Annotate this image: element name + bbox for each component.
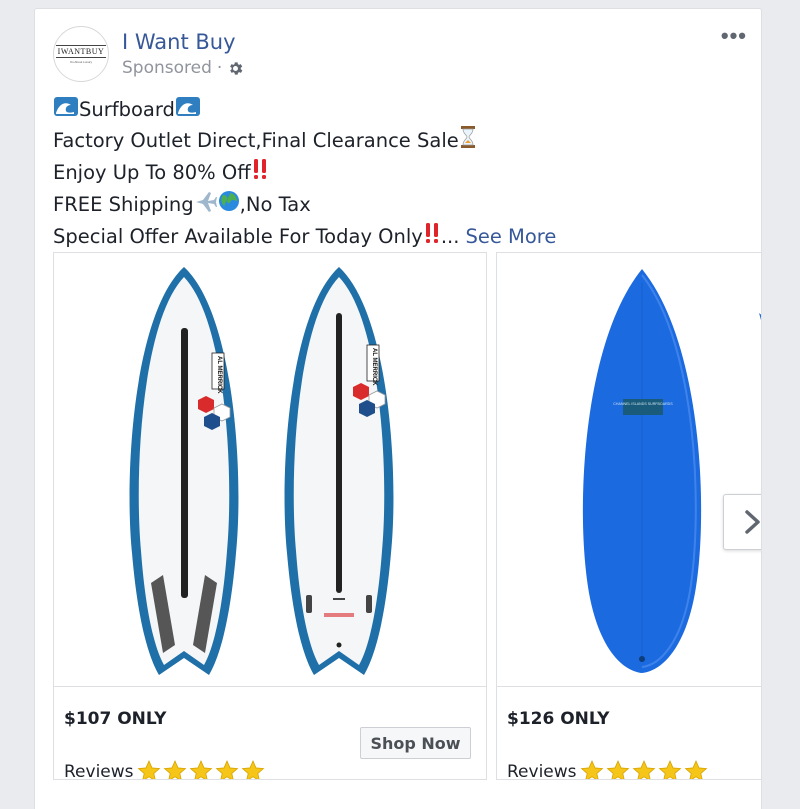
gear-icon[interactable] (227, 60, 244, 77)
post-text-line-3: Enjoy Up To 80% Off (53, 157, 753, 189)
double-exclamation-icon (251, 157, 269, 189)
star-icon (215, 760, 238, 779)
post-text: Surfboard Factory Outlet Direct,Final Cl… (53, 95, 753, 253)
product-card-footer: $107 ONLY Reviews Shop Now (54, 686, 486, 779)
discount-text: Enjoy Up To 80% Off (53, 161, 251, 184)
avatar-logo-subtext: It's About Luxury (69, 59, 93, 64)
star-icon (137, 760, 160, 779)
star-icon (189, 760, 212, 779)
special-offer-text: Special Offer Available For Today Only (53, 225, 423, 248)
board-brand-text: CHANNEL ISLANDS SURFBOARDS (613, 402, 673, 406)
star-icon (606, 760, 629, 779)
shop-now-button[interactable]: Shop Now (360, 727, 471, 759)
star-icon (658, 760, 681, 779)
product-price: $107 ONLY (64, 709, 167, 729)
carousel-next-button[interactable] (723, 494, 761, 550)
product-reviews: Reviews (507, 759, 709, 780)
product-card[interactable]: AL MERRICK AL MERRICK $107 ONLY Reviews … (53, 252, 487, 780)
sponsored-post: IWANTBUY It's About Luxury I Want Buy Sp… (34, 8, 762, 809)
see-more-link[interactable]: See More (465, 223, 556, 251)
product-carousel: AL MERRICK AL MERRICK $107 ONLY Reviews … (53, 252, 761, 809)
reviews-label: Reviews (64, 761, 134, 780)
star-icon (241, 760, 264, 779)
globe-icon (218, 190, 240, 220)
star-icon (163, 760, 186, 779)
chevron-right-icon (744, 510, 760, 534)
star-icon (684, 760, 707, 779)
avatar-logo-text: IWANTBUY (55, 44, 107, 58)
board-brand-text: AL MERRICK (371, 348, 377, 386)
text-ellipsis: ... (440, 225, 460, 248)
meta-separator: · (216, 58, 223, 78)
no-tax-text: ,No Tax (239, 193, 311, 216)
shipping-text: FREE Shipping (53, 193, 194, 216)
airplane-icon (194, 189, 218, 221)
post-text-line-5: Special Offer Available For Today Only .… (53, 221, 753, 253)
surfboard-heading: Surfboard (79, 98, 175, 121)
more-options-button[interactable]: ••• (721, 25, 747, 47)
hourglass-icon (459, 125, 477, 157)
post-text-line-2: Factory Outlet Direct,Final Clearance Sa… (53, 125, 753, 157)
product-image-surfboard-blue[interactable]: CHANNEL ISLANDS SURFBOARDS (497, 253, 761, 686)
post-meta: Sponsored · (122, 58, 244, 78)
product-card-footer: $126 ONLY Reviews (497, 686, 761, 780)
wave-icon (53, 95, 79, 125)
board-brand-text: AL MERRICK (216, 356, 222, 394)
reviews-label: Reviews (507, 761, 577, 780)
star-rating (136, 759, 266, 779)
wave-icon (175, 95, 201, 125)
product-reviews: Reviews (64, 759, 266, 780)
page-avatar[interactable]: IWANTBUY It's About Luxury (53, 26, 109, 82)
double-exclamation-icon (423, 221, 441, 253)
product-image-surfboards-white[interactable]: AL MERRICK AL MERRICK (54, 253, 486, 686)
sale-text: Factory Outlet Direct,Final Clearance Sa… (53, 129, 459, 152)
product-price: $126 ONLY (507, 709, 610, 729)
star-icon (580, 760, 603, 779)
star-icon (632, 760, 655, 779)
page-name-link[interactable]: I Want Buy (122, 30, 236, 54)
post-text-line-4: FREE Shipping ,No Tax (53, 189, 753, 221)
post-text-line-1: Surfboard (53, 95, 753, 125)
sponsored-label[interactable]: Sponsored (122, 58, 212, 78)
star-rating (579, 759, 709, 779)
